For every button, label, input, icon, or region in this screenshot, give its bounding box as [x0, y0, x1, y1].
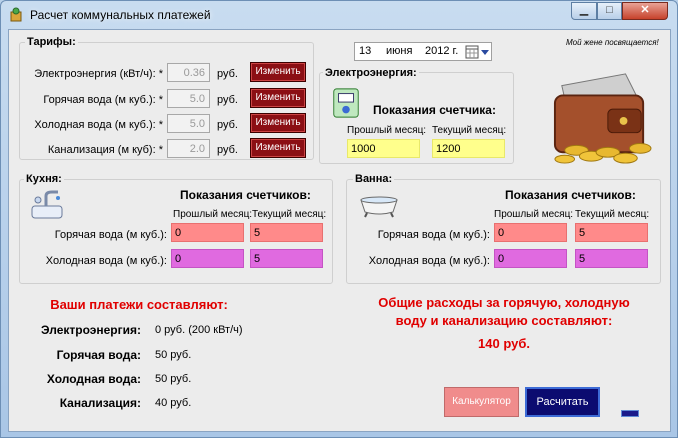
electricity-heading: Показания счетчика: [373, 103, 496, 117]
payment-label-electricity: Электроэнергия: [40, 323, 141, 337]
payment-label-hot-water: Горячая вода: [56, 348, 141, 362]
bath-heading: Показания счетчиков: [505, 188, 636, 202]
total-value: 140 руб. [478, 336, 530, 351]
electricity-curr-input[interactable]: 1200 [432, 139, 505, 158]
tariff-label-sewerage: Канализация (м куб): * [47, 144, 163, 156]
total-text-line1: Общие расходы за горячую, холодную [378, 295, 630, 310]
kitchen-cold-water-label: Холодная вода (м куб.): [45, 255, 167, 267]
tariff-change-button-sewerage[interactable]: Изменить [250, 138, 306, 158]
payment-value-hot-water: 50 руб. [155, 349, 192, 361]
tariff-input-cold-water[interactable]: 5.0 [167, 114, 210, 133]
wallet-coins-icon [553, 73, 652, 164]
date-day[interactable]: 13 [359, 45, 371, 57]
tariff-change-button-cold-water[interactable]: Изменить [250, 113, 306, 133]
kitchen-heading: Показания счетчиков: [180, 188, 311, 202]
electricity-legend: Электроэнергия: [323, 67, 419, 79]
bath-cold-water-label: Холодная вода (м куб.): [368, 255, 490, 267]
tariff-unit-sewerage: руб. [217, 144, 238, 156]
payment-label-cold-water: Холодная вода: [46, 372, 141, 386]
minimize-to-tray-button[interactable] [621, 410, 639, 417]
app-icon [10, 7, 22, 22]
client-area: Тарифы: Электроэнергия (кВт/ч): * 0.36 р… [8, 29, 671, 432]
kitchen-curr-label: Текущий месяц: [252, 209, 327, 220]
tariffs-legend: Тарифы: [25, 36, 78, 48]
date-year[interactable]: 2012 г. [425, 45, 458, 57]
tariff-label-hot-water: Горячая вода (м куб.): * [43, 94, 163, 106]
kitchen-hot-water-label: Горячая вода (м куб.): [54, 229, 167, 241]
kitchen-cold-water-curr-input[interactable]: 5 [250, 249, 323, 268]
electricity-curr-label: Текущий месяц: [432, 125, 507, 136]
kitchen-hot-water-curr-input[interactable]: 5 [250, 223, 323, 242]
tariff-input-hot-water[interactable]: 5.0 [167, 89, 210, 108]
payment-value-sewerage: 40 руб. [155, 397, 192, 409]
tariff-label-cold-water: Холодная вода (м куб.): * [34, 119, 163, 131]
app-window: Расчет коммунальных платежей ▁ □ ✕ Тариф… [0, 0, 678, 438]
slogan-text: Мой жене посвящается! [566, 38, 659, 47]
minimize-button[interactable]: ▁ [571, 2, 597, 20]
tariff-unit-cold-water: руб. [217, 119, 238, 131]
kitchen-legend: Кухня: [24, 173, 64, 185]
bath-hot-water-curr-input[interactable]: 5 [575, 223, 648, 242]
tariff-unit-hot-water: руб. [217, 94, 238, 106]
bath-prev-label: Прошлый месяц: [494, 209, 574, 220]
total-text-line2: воду и канализацию составляют: [395, 313, 613, 328]
electric-meter-icon [333, 88, 359, 118]
kitchen-cold-water-prev-input[interactable]: 0 [171, 249, 244, 268]
kitchen-faucet-icon [31, 190, 63, 219]
bath-cold-water-curr-input[interactable]: 5 [575, 249, 648, 268]
bath-hot-water-prev-input[interactable]: 0 [494, 223, 567, 242]
kitchen-prev-label: Прошлый месяц: [173, 209, 253, 220]
electricity-prev-input[interactable]: 1000 [347, 139, 420, 158]
calculator-button[interactable]: Калькулятор [444, 387, 519, 417]
bathtub-icon [360, 196, 398, 218]
tariff-input-electricity[interactable]: 0.36 [167, 63, 210, 82]
date-picker[interactable]: 13 июня 2012 г. [354, 42, 492, 61]
close-button[interactable]: ✕ [622, 2, 668, 20]
bath-cold-water-prev-input[interactable]: 0 [494, 249, 567, 268]
payment-label-sewerage: Канализация: [59, 396, 141, 410]
maximize-button[interactable]: □ [597, 2, 622, 20]
tariff-input-sewerage[interactable]: 2.0 [167, 139, 210, 158]
date-month[interactable]: июня [386, 45, 412, 57]
payments-title: Ваши платежи составляют: [50, 297, 228, 312]
title-bar[interactable]: Расчет коммунальных платежей ▁ □ ✕ [1, 1, 677, 29]
tariff-label-electricity: Электроэнергия (кВт/ч): * [34, 68, 163, 80]
tariff-change-button-hot-water[interactable]: Изменить [250, 88, 306, 108]
calendar-dropdown-icon[interactable] [465, 45, 491, 59]
payment-value-cold-water: 50 руб. [155, 373, 192, 385]
kitchen-hot-water-prev-input[interactable]: 0 [171, 223, 244, 242]
bath-legend: Ванна: [353, 173, 395, 185]
window-title: Расчет коммунальных платежей [30, 8, 211, 22]
bath-curr-label: Текущий месяц: [575, 209, 650, 220]
calculate-button[interactable]: Расчитать [525, 387, 600, 417]
tariff-unit-electricity: руб. [217, 68, 238, 80]
electricity-prev-label: Прошлый месяц: [347, 125, 427, 136]
tariff-change-button-electricity[interactable]: Изменить [250, 62, 306, 82]
bath-hot-water-label: Горячая вода (м куб.): [377, 229, 490, 241]
payment-value-electricity: 0 руб. (200 кВт/ч) [155, 324, 243, 336]
